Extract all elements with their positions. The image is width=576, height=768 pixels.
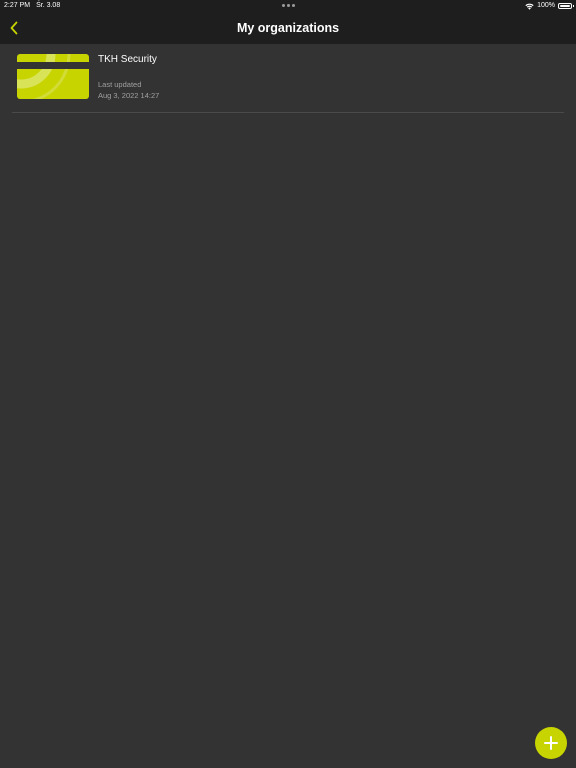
dot-icon (287, 4, 290, 7)
status-right: 100% (525, 0, 574, 12)
status-bar: 2:27 PM Śr. 3.08 100% (0, 0, 576, 12)
organization-card-icon (17, 54, 89, 99)
nav-bar: My organizations (0, 12, 576, 44)
battery-icon (558, 3, 574, 9)
status-left: 2:27 PM Śr. 3.08 (4, 0, 60, 12)
last-updated-label: Last updated (98, 80, 142, 89)
plus-icon (544, 736, 558, 750)
status-date: Śr. 3.08 (36, 2, 61, 9)
add-organization-button[interactable] (535, 727, 567, 759)
dot-icon (292, 4, 295, 7)
list-item[interactable]: TKH Security Last updated Aug 3, 2022 14… (12, 44, 564, 113)
page-title: My organizations (236, 21, 340, 35)
dot-icon (282, 4, 285, 7)
battery-percent: 100% (537, 2, 555, 9)
wifi-icon (525, 3, 534, 10)
multitasking-dots[interactable] (282, 4, 295, 7)
status-time: 2:27 PM (4, 2, 31, 9)
organization-list: TKH Security Last updated Aug 3, 2022 14… (0, 44, 576, 113)
back-button[interactable] (4, 18, 24, 38)
chevron-left-icon (10, 21, 18, 35)
last-updated-value: Aug 3, 2022 14:27 (98, 91, 160, 100)
organization-name: TKH Security (98, 54, 157, 65)
